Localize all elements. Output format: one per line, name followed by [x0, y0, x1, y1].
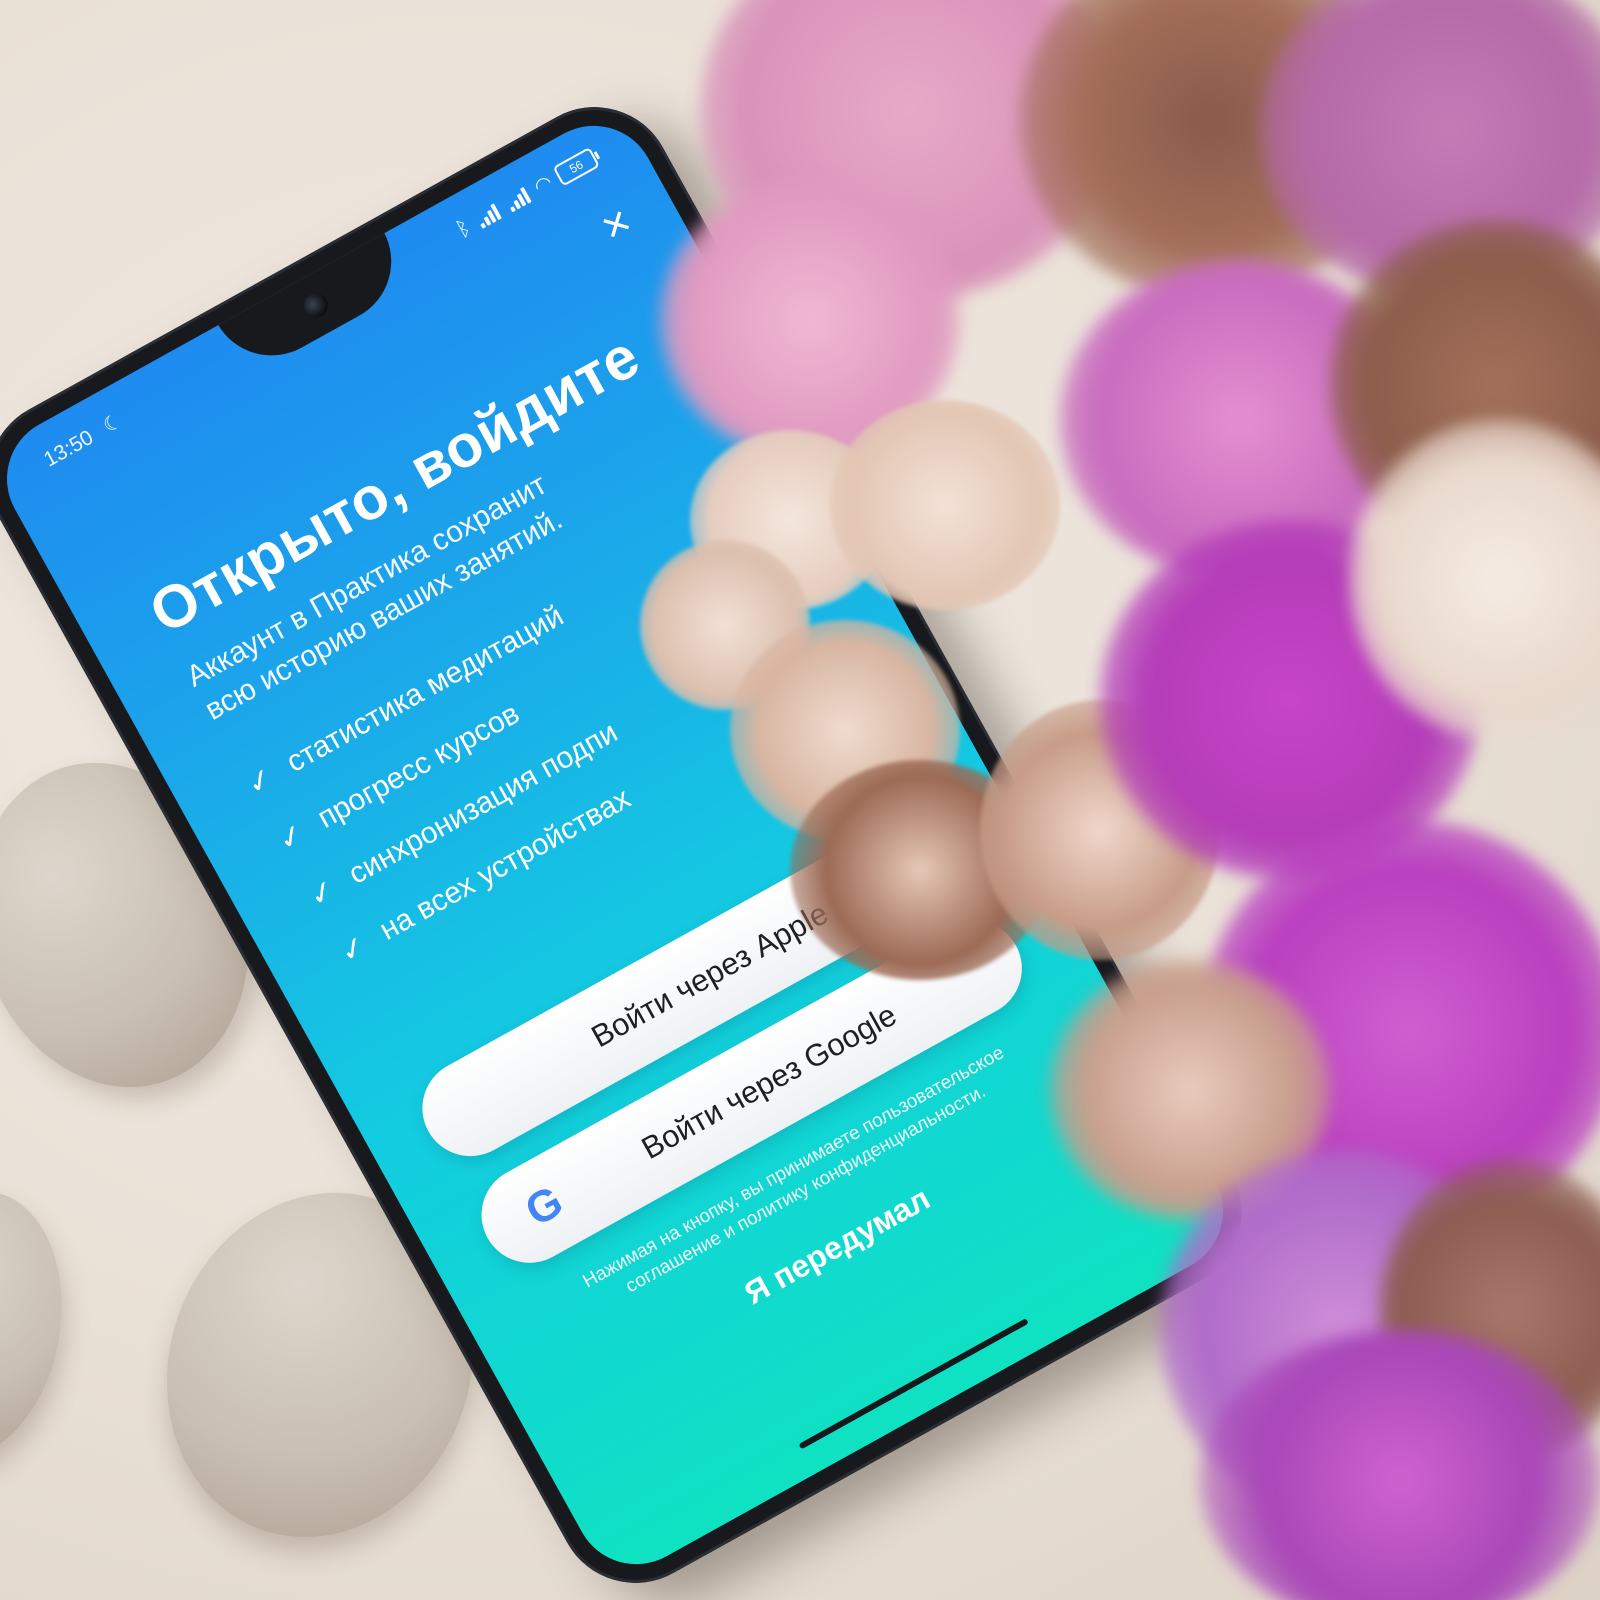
- signal-icon: [472, 201, 503, 229]
- close-icon[interactable]: ×: [583, 191, 648, 256]
- login-content: Открыто, войдите Аккаунт в Практика сохр…: [138, 299, 877, 983]
- signal-icon: [501, 185, 532, 213]
- apple-icon: [455, 1083, 516, 1117]
- status-time: 13:50: [40, 425, 98, 472]
- photo-scene: 13:50 ☾ ᛒ ◠ 56 × Открыто, войдите Аккаун…: [0, 0, 1600, 1600]
- home-indicator[interactable]: [798, 1318, 1029, 1450]
- wifi-icon: ◠: [530, 171, 557, 199]
- pebble: [0, 1176, 83, 1474]
- battery-indicator: 56: [552, 146, 600, 187]
- bluetooth-icon: ᛒ: [452, 215, 475, 242]
- status-indicators: ᛒ ◠ 56: [452, 145, 601, 243]
- moon-icon: ☾: [99, 409, 126, 438]
